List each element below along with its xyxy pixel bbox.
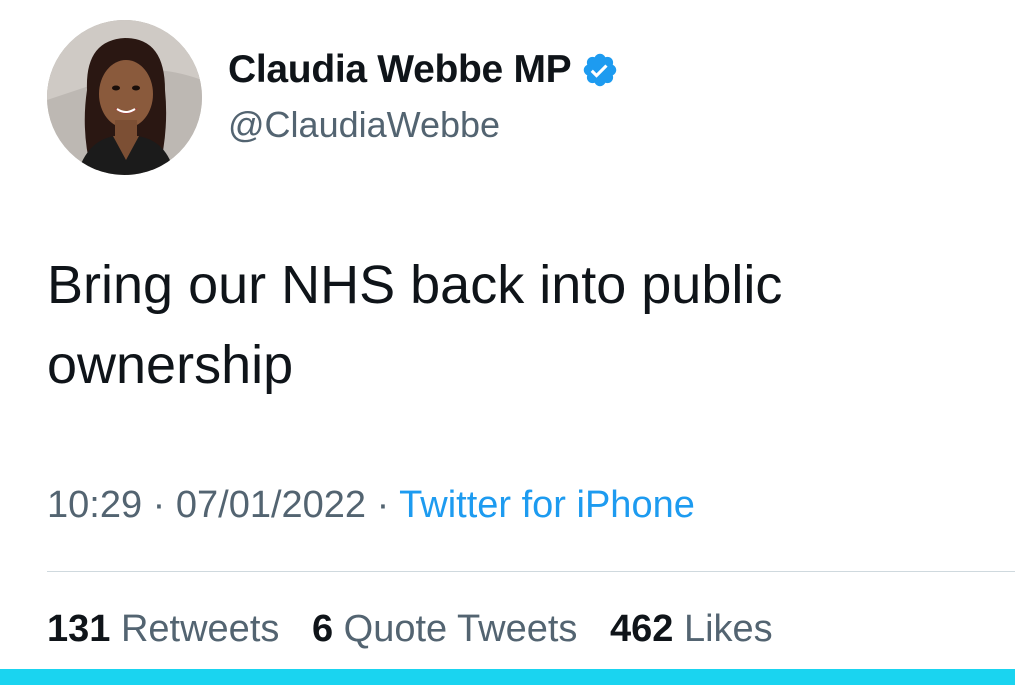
verified-badge-icon: [581, 51, 619, 89]
tweet-text: Bring our NHS back into public ownership: [47, 255, 783, 395]
likes-count: 462: [609, 608, 674, 650]
quote-tweets-label: Quote Tweets: [343, 608, 578, 650]
tweet-stats: 131 Retweets 6 Quote Tweets 462 Likes: [47, 608, 795, 651]
tweet-card: Claudia Webbe MP @ClaudiaWebbe Bring our…: [0, 0, 1015, 685]
retweets-count: 131: [47, 608, 111, 650]
likes-label: Likes: [683, 608, 773, 650]
retweets-stat[interactable]: 131 Retweets: [47, 608, 279, 651]
profile-photo-icon: [47, 20, 202, 175]
author-name-row[interactable]: Claudia Webbe MP: [228, 48, 619, 92]
tweet-time[interactable]: 10:29: [47, 484, 142, 526]
tweet-date[interactable]: 07/01/2022: [176, 484, 366, 526]
retweets-label: Retweets: [120, 608, 280, 650]
tweet-meta: 10:29 · 07/01/2022 · Twitter for iPhone: [47, 484, 695, 527]
quote-tweets-stat[interactable]: 6 Quote Tweets: [312, 608, 577, 651]
avatar[interactable]: [47, 20, 202, 175]
meta-separator: ·: [376, 484, 390, 526]
author-handle[interactable]: @ClaudiaWebbe: [228, 104, 500, 146]
tweet-source-link[interactable]: Twitter for iPhone: [399, 484, 695, 526]
meta-separator: ·: [152, 484, 166, 526]
quote-tweets-count: 6: [311, 608, 334, 650]
bottom-accent-bar: [0, 669, 1015, 685]
likes-stat[interactable]: 462 Likes: [610, 608, 773, 651]
divider: [47, 571, 1015, 572]
author-display-name[interactable]: Claudia Webbe MP: [228, 48, 572, 92]
